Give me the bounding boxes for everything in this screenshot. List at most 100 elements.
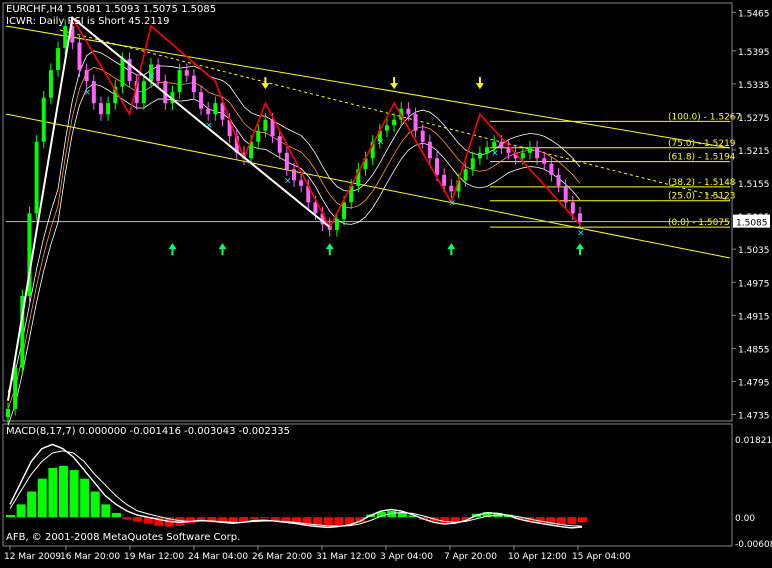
price-tick-label: 1.4795 [738, 378, 770, 388]
macd-histogram-bar [239, 517, 249, 522]
candle-body [191, 75, 196, 93]
candle-body [277, 136, 282, 153]
time-tick-label: 12 Mar 2009 [4, 552, 61, 562]
candle-body [263, 119, 268, 131]
chart-title: EURCHF,H4 1.5081 1.5093 1.5075 1.5085 [6, 4, 216, 15]
candle-body [556, 174, 561, 186]
candle-body [184, 70, 189, 76]
indicator-label: ICWR: Daily RSI is Short 45.2119 [6, 16, 169, 27]
candle-body [342, 202, 347, 219]
time-tick-label: 3 Apr 04:00 [380, 552, 433, 562]
candle-body [442, 174, 447, 186]
candle-body [56, 48, 61, 71]
candle-body [392, 119, 397, 126]
candle-body [520, 152, 525, 159]
price-tick-label: 1.4855 [738, 345, 770, 355]
fractal-mark: × [205, 121, 213, 131]
fibo-level-label: (75.0) - 1.5219 [668, 139, 736, 149]
candle-body [77, 42, 82, 71]
time-tick-label: 24 Mar 04:00 [188, 552, 248, 562]
fibo-level-label: (0.0) - 1.5075 [668, 218, 730, 228]
macd-histogram-bar [27, 491, 37, 518]
time-tick-label: 19 Mar 12:00 [124, 552, 184, 562]
chart-canvas[interactable]: (100.0) - 1.5267 (75.0) - 1.5219 (61.8) - … [0, 0, 772, 564]
price-tick-label: 1.5035 [738, 246, 770, 256]
fractal-mark: × [84, 88, 92, 98]
fractal-mark: × [148, 72, 156, 82]
candle-body [492, 141, 497, 148]
macd-histogram-bar [6, 515, 15, 518]
macd-histogram-bar [133, 517, 143, 522]
price-tick-label: 1.4975 [738, 279, 770, 289]
candle-body [334, 218, 339, 230]
candle-body [256, 130, 261, 142]
time-tick-label: 7 Apr 20:00 [444, 552, 497, 562]
fibo-level-label: (61.8) - 1.5194 [668, 153, 736, 163]
candle-body [41, 97, 46, 142]
candle-body [413, 114, 418, 131]
macd-tick-label: 0.00 [735, 514, 755, 524]
fractal-mark: × [377, 138, 385, 148]
fractal-mark: × [448, 198, 456, 208]
copyright-label: AFB, © 2001-2008 MetaQuotes Software Cor… [6, 532, 240, 543]
candle-body [91, 81, 96, 104]
candle-body [578, 213, 582, 222]
candle-body [406, 108, 411, 115]
macd-histogram-bar [397, 512, 407, 518]
price-tick-label: 1.5335 [738, 81, 770, 91]
candle-body [542, 158, 547, 164]
candle-body [156, 64, 161, 82]
macd-histogram-bar [578, 517, 587, 523]
price-tick-label: 1.5155 [738, 180, 770, 190]
price-tick-label: 1.5275 [738, 114, 770, 124]
candle-body [535, 147, 540, 159]
price-tick-label: 1.5395 [738, 48, 770, 58]
macd-histogram-bar [122, 517, 132, 520]
macd-histogram-bar [270, 517, 280, 521]
macd-histogram-bar [80, 478, 90, 518]
candle-body [563, 185, 568, 203]
time-tick-label: 16 Mar 20:00 [60, 552, 120, 562]
macd-histogram-bar [260, 517, 270, 519]
time-tick-label: 31 Mar 12:00 [316, 552, 376, 562]
candle-body [427, 141, 432, 159]
candle-body [106, 103, 111, 115]
time-tick-label: 15 Apr 04:00 [572, 552, 631, 562]
time-tick-label: 26 Mar 20:00 [252, 552, 312, 562]
candle-body [477, 152, 482, 159]
macd-histogram-bar [334, 517, 344, 526]
candle-body [48, 70, 53, 98]
candle-body [6, 408, 10, 418]
price-tick-label: 1.4915 [738, 312, 770, 322]
candle-body [449, 185, 454, 192]
candle-body [499, 141, 504, 148]
time-tick-label: 10 Apr 12:00 [508, 552, 567, 562]
candle-body [292, 169, 296, 181]
candle-body [120, 59, 125, 87]
price-tick-label: 1.5215 [738, 147, 770, 157]
candle-body [98, 103, 103, 115]
candle-body [213, 103, 218, 115]
candle-body [13, 367, 18, 409]
macd-histogram-bar [58, 465, 68, 518]
macd-histogram-bar [69, 470, 79, 518]
price-tick-label: 1.4735 [738, 411, 770, 421]
candle-body [384, 125, 389, 131]
fractal-mark: × [284, 176, 292, 186]
macd-histogram-bar [101, 504, 111, 518]
chart-window[interactable]: (100.0) - 1.5267 (75.0) - 1.5219 (61.8) - … [0, 0, 772, 564]
candle-body [570, 202, 575, 214]
candle-body [549, 163, 554, 175]
candle-body [34, 141, 39, 214]
macd-histogram-bar [249, 517, 259, 520]
fractal-mark: × [577, 229, 585, 239]
candle-body [470, 158, 475, 170]
candle-body [206, 108, 211, 115]
price-tick-label: 1.5465 [738, 9, 770, 19]
candle-body [420, 130, 425, 142]
candle-body [485, 147, 490, 153]
macd-histogram-bar [37, 478, 47, 518]
candle-body [84, 70, 89, 82]
macd-histogram-bar [48, 467, 58, 518]
candle-body [177, 70, 182, 93]
